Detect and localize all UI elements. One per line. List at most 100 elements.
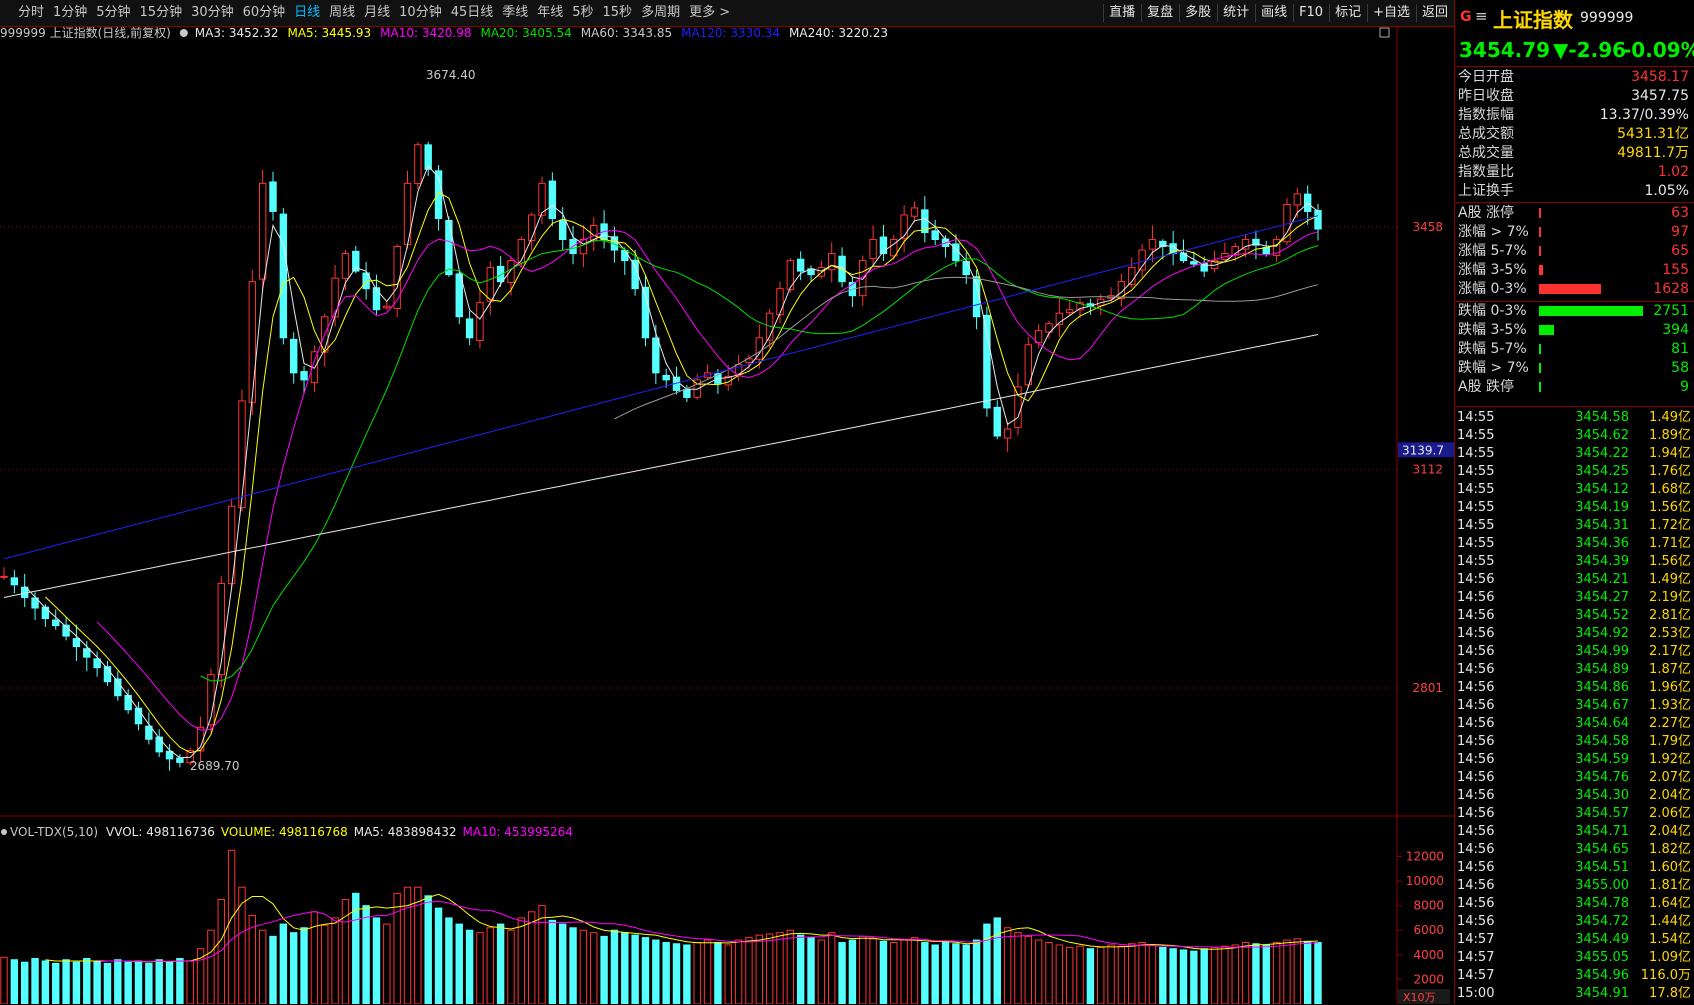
action-button-6[interactable]: 标记 [1329, 0, 1367, 26]
volume-bar[interactable] [1107, 944, 1115, 1004]
candle-body[interactable] [52, 619, 60, 627]
volume-bar[interactable] [838, 942, 846, 1004]
volume-bar[interactable] [1148, 944, 1157, 1004]
period-tab-12[interactable]: 年线 [537, 0, 563, 26]
candle-body[interactable] [869, 239, 877, 259]
candle-body[interactable] [300, 371, 308, 381]
volume-bar[interactable] [1221, 945, 1229, 1004]
volume-bar[interactable] [569, 927, 577, 1004]
candle-body[interactable] [590, 224, 598, 241]
volume-bar[interactable] [879, 940, 888, 1004]
candle-body[interactable] [124, 694, 132, 711]
period-tab-10[interactable]: 45日线 [451, 0, 494, 26]
action-button-3[interactable]: 统计 [1217, 0, 1255, 26]
volume-menu-icon[interactable] [1, 829, 7, 835]
candle-body[interactable] [414, 144, 422, 184]
candle-body[interactable] [248, 281, 257, 403]
candle-body[interactable] [0, 575, 8, 578]
volume-bar[interactable] [165, 961, 174, 1004]
candle-body[interactable] [258, 182, 267, 280]
candle-body[interactable] [910, 207, 919, 217]
tick-list[interactable]: 14:55 3454.58 1.49亿 14:55 3454.62 1.89亿 14:55 3… [1455, 406, 1694, 1005]
volume-bar[interactable] [331, 917, 339, 1004]
candle-body[interactable] [72, 638, 81, 648]
volume-bar[interactable] [300, 927, 308, 1004]
period-tab-14[interactable]: 15秒 [603, 0, 633, 26]
volume-bar[interactable] [1128, 943, 1136, 1004]
volume-bar[interactable] [1210, 946, 1219, 1004]
candle-body[interactable] [238, 400, 246, 509]
volume-bar[interactable] [52, 962, 60, 1004]
period-tab-11[interactable]: 季线 [502, 0, 528, 26]
volume-bar[interactable] [1076, 945, 1084, 1004]
volume-bar[interactable] [755, 934, 763, 1004]
volume-bar[interactable] [1097, 946, 1105, 1004]
volume-bar[interactable] [1293, 938, 1302, 1004]
candle-body[interactable] [1293, 193, 1302, 206]
volume-bar[interactable] [289, 932, 298, 1004]
volume-bar[interactable] [1169, 948, 1177, 1004]
volume-bar[interactable] [931, 944, 939, 1004]
volume-bar[interactable] [517, 917, 526, 1004]
volume-bar[interactable] [1303, 940, 1312, 1004]
period-tab-16[interactable]: 更多 > [689, 0, 730, 26]
volume-bar[interactable] [1065, 946, 1074, 1004]
volume-bar[interactable] [983, 923, 991, 1004]
candle-body[interactable] [548, 180, 557, 219]
volume-bar[interactable] [465, 929, 474, 1004]
volume-bar[interactable] [227, 849, 236, 1004]
action-button-8[interactable]: 返回 [1416, 0, 1454, 26]
volume-bar[interactable] [631, 934, 639, 1004]
volume-bar[interactable] [238, 886, 246, 1004]
period-tab-7[interactable]: 周线 [329, 0, 355, 26]
volume-bar[interactable] [765, 933, 774, 1004]
candle-body[interactable] [983, 314, 991, 409]
candle-body[interactable] [507, 260, 515, 283]
volume-bar[interactable] [1262, 944, 1270, 1004]
volume-bar[interactable] [445, 917, 453, 1004]
candle-body[interactable] [962, 260, 970, 276]
volume-bar[interactable] [641, 937, 650, 1004]
candle-body[interactable] [1179, 252, 1188, 262]
period-tab-3[interactable]: 15分钟 [140, 0, 183, 26]
candle-body[interactable] [1190, 261, 1198, 265]
volume-bar[interactable] [693, 942, 701, 1004]
volume-bar[interactable] [1034, 939, 1043, 1004]
period-tab-13[interactable]: 5秒 [572, 0, 593, 26]
volume-bar[interactable] [548, 919, 557, 1004]
volume-bar[interactable] [890, 942, 898, 1004]
volume-bar[interactable] [83, 958, 91, 1004]
volume-bar[interactable] [1231, 944, 1239, 1004]
candle-body[interactable] [155, 736, 163, 753]
candle-body[interactable] [476, 302, 484, 342]
volume-bar[interactable] [1024, 935, 1033, 1004]
volume-bar[interactable] [745, 937, 753, 1004]
candle-body[interactable] [662, 374, 670, 381]
volume-bar[interactable] [72, 961, 81, 1004]
volume-bar[interactable] [1190, 950, 1198, 1004]
volume-bar[interactable] [910, 937, 919, 1004]
volume-bar[interactable] [776, 932, 784, 1004]
candle-body[interactable] [176, 757, 184, 763]
candle-body[interactable] [383, 305, 391, 309]
volume-bar[interactable] [1200, 948, 1208, 1004]
period-tab-0[interactable]: 分时 [18, 0, 44, 26]
candle-body[interactable] [465, 318, 474, 339]
period-tab-4[interactable]: 30分钟 [191, 0, 234, 26]
volume-bar[interactable] [93, 960, 101, 1004]
volume-bar[interactable] [1055, 944, 1064, 1004]
action-button-5[interactable]: F10 [1293, 0, 1329, 26]
period-tab-6[interactable]: 日线 [294, 0, 320, 26]
candle-body[interactable] [1065, 309, 1074, 314]
volume-bar[interactable] [1252, 943, 1260, 1004]
period-tab-8[interactable]: 月线 [364, 0, 390, 26]
candle-body[interactable] [165, 750, 174, 760]
volume-bar[interactable] [455, 923, 463, 1004]
volume-bar[interactable] [817, 939, 826, 1004]
volume-bar[interactable] [114, 959, 122, 1004]
volume-bar[interactable] [786, 929, 795, 1004]
volume-bar[interactable] [372, 917, 381, 1004]
volume-bar[interactable] [600, 935, 608, 1004]
volume-bar[interactable] [362, 905, 370, 1004]
volume-bar[interactable] [921, 942, 929, 1004]
